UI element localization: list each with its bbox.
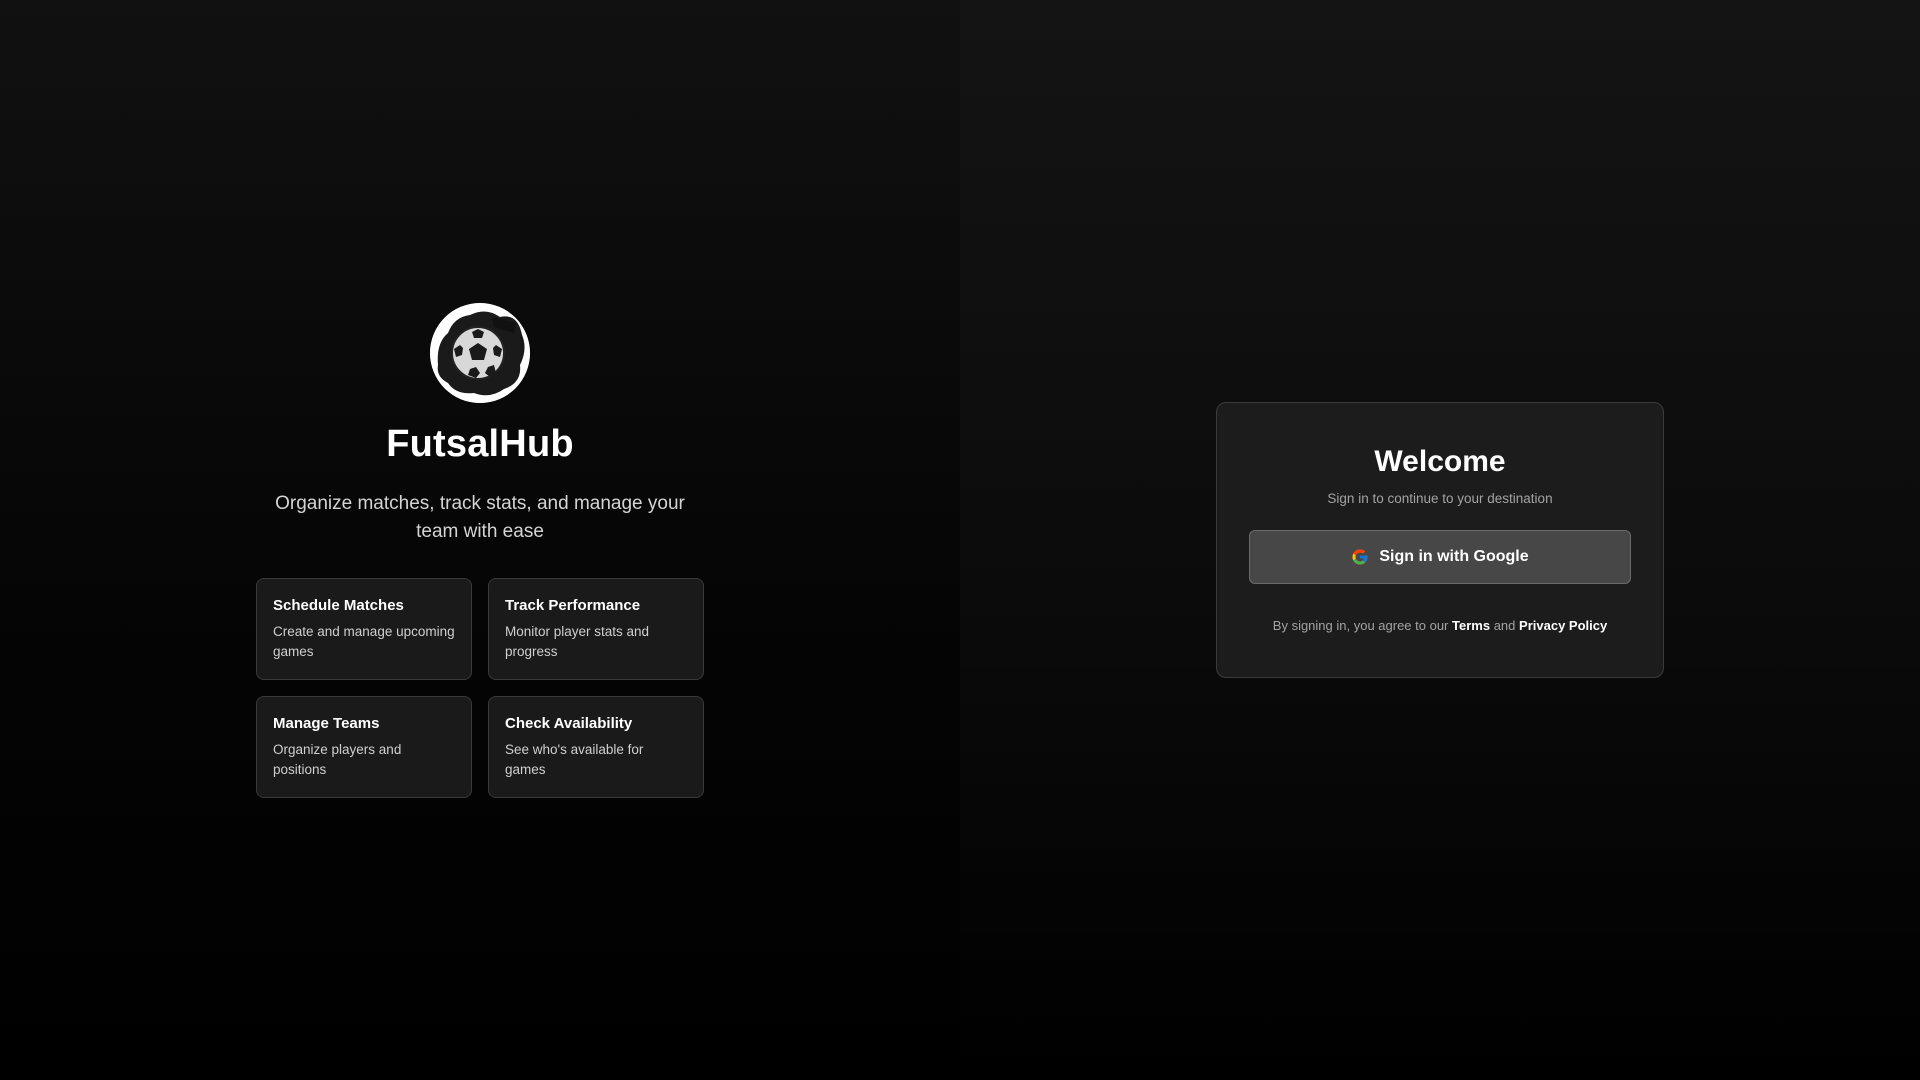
app-name: FutsalHub	[386, 423, 574, 465]
feature-description: See who's available for games	[505, 742, 644, 777]
feature-card-schedule-matches: Schedule Matches Create and manage upcom…	[256, 578, 472, 680]
app-tagline: Organize matches, track stats, and manag…	[275, 493, 685, 542]
welcome-title: Welcome	[1374, 445, 1506, 478]
google-button-label: Sign in with Google	[1379, 548, 1529, 565]
login-page: FutsalHub Organize matches, track stats,…	[0, 0, 1920, 1080]
feature-description: Organize players and positions	[273, 742, 402, 777]
signin-card: Welcome Sign in to continue to your dest…	[1216, 402, 1664, 678]
brand-section: FutsalHub Organize matches, track stats,…	[0, 303, 960, 798]
privacy-policy-link[interactable]: Privacy Policy	[1519, 618, 1607, 633]
feature-grid: Schedule Matches Create and manage upcom…	[256, 578, 704, 798]
legal-and: and	[1493, 618, 1516, 633]
legal-notice: By signing in, you agree to our Terms an…	[1273, 618, 1607, 633]
soccer-ball-icon	[430, 303, 530, 403]
feature-title: Schedule Matches	[273, 597, 404, 614]
feature-description: Create and manage upcoming games	[273, 624, 455, 659]
feature-card-track-performance: Track Performance Monitor player stats a…	[488, 578, 704, 680]
brand-panel: FutsalHub Organize matches, track stats,…	[0, 0, 960, 1080]
legal-prefix: By signing in, you agree to our	[1272, 618, 1449, 633]
terms-link[interactable]: Terms	[1452, 618, 1490, 633]
feature-description: Monitor player stats and progress	[505, 624, 650, 659]
feature-title: Manage Teams	[273, 715, 380, 732]
feature-card-check-availability: Check Availability See who's available f…	[488, 696, 704, 798]
welcome-subtitle: Sign in to continue to your destination	[1327, 491, 1553, 506]
feature-title: Check Availability	[505, 715, 633, 732]
feature-title: Track Performance	[505, 597, 641, 614]
google-icon	[1351, 548, 1369, 566]
feature-card-manage-teams: Manage Teams Organize players and positi…	[256, 696, 472, 798]
signin-panel: Welcome Sign in to continue to your dest…	[960, 0, 1920, 1080]
sign-in-with-google-button[interactable]: Sign in with Google	[1249, 530, 1631, 584]
